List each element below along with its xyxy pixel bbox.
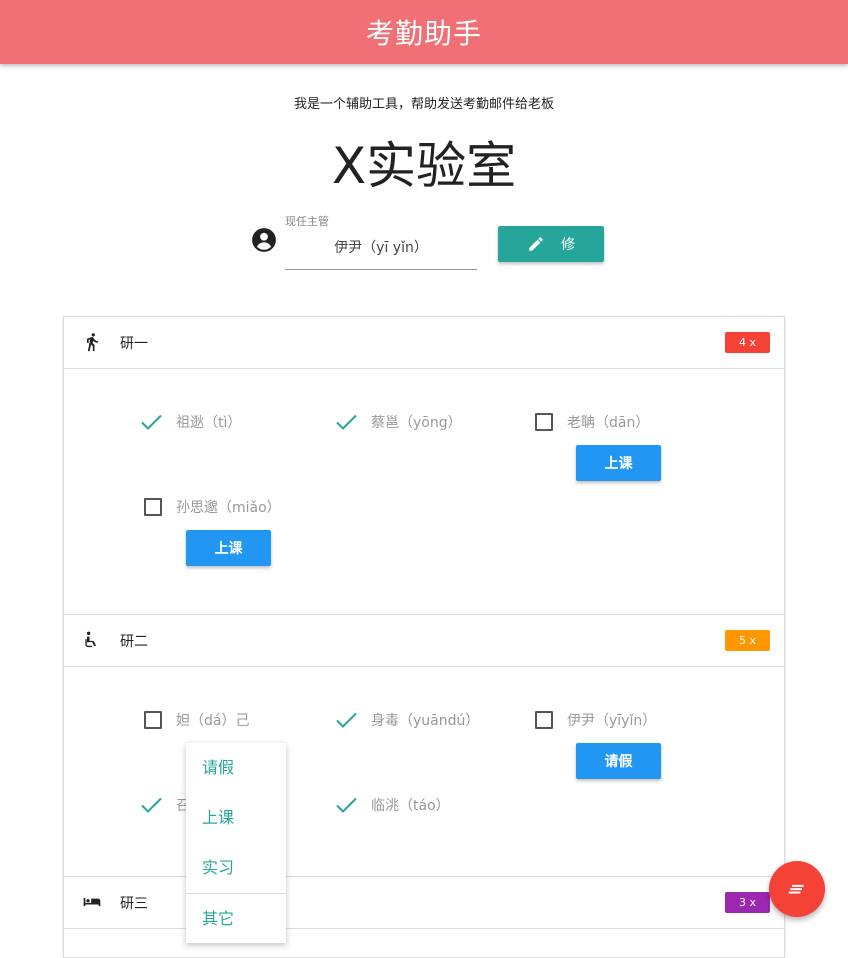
edit-button-label: 修	[561, 237, 575, 253]
account-circle-icon	[252, 228, 276, 252]
checkbox-unchecked[interactable]	[144, 498, 162, 516]
fab-send-button[interactable]	[769, 861, 825, 917]
checkbox-unchecked[interactable]	[535, 711, 553, 729]
lab-title: X实验室	[331, 137, 517, 195]
status-button[interactable]: 上课	[576, 445, 661, 481]
status-button[interactable]: 请假	[576, 743, 661, 779]
section-header-yan3[interactable]: 研三 3 x	[64, 876, 784, 929]
pencil-icon	[529, 237, 543, 251]
check-icon	[336, 797, 357, 813]
supervisor-field[interactable]: 现任主管 伊尹（yī yǐn）	[285, 210, 477, 270]
member-name: 伊尹（yīyǐn）	[567, 713, 657, 729]
member-name: 老聃（dān）	[567, 415, 650, 431]
count-badge: 3 x	[724, 892, 770, 913]
subtitle: 我是一个辅助工具，帮助发送考勤邮件给老板	[293, 97, 554, 112]
count-badge: 5 x	[724, 630, 770, 651]
section-title: 研二	[120, 634, 148, 650]
app-bar: 考勤助手	[0, 0, 848, 64]
supervisor-label: 现任主管	[285, 215, 329, 228]
check-icon	[336, 414, 357, 430]
attendance-card: 研一 4 x 祖逖（tì） 蔡邕（yōng） 老聃（dān） 上课 孙思邈（mi…	[63, 316, 785, 958]
member-name: 祖逖（tì）	[176, 415, 242, 431]
dropdown-option-internship[interactable]: 实习	[186, 843, 286, 893]
member-name: 身毒（yuāndú）	[371, 713, 480, 729]
status-dropdown-menu: 请假 上课 实习 其它	[186, 743, 286, 943]
checkbox-unchecked[interactable]	[144, 711, 162, 729]
member-name: 妲（dá）己	[176, 713, 250, 729]
member-name: 临洮（táo）	[371, 798, 450, 814]
edit-supervisor-button[interactable]: 修	[498, 226, 604, 262]
count-badge: 4 x	[724, 332, 770, 353]
app-title: 考勤助手	[365, 17, 482, 50]
check-icon	[141, 414, 162, 430]
status-button[interactable]: 上课	[186, 530, 271, 566]
check-icon	[336, 712, 357, 728]
member-name: 孙思邈（miǎo）	[176, 500, 281, 516]
bed-icon	[83, 897, 101, 907]
section-title: 研一	[120, 336, 148, 352]
section-header-yan2[interactable]: 研二 5 x	[64, 614, 784, 667]
supervisor-value: 伊尹（yī yǐn）	[334, 240, 428, 256]
running-person-icon	[87, 333, 98, 352]
member-name: 蔡邕（yōng）	[371, 415, 462, 431]
section-title: 研三	[120, 896, 148, 912]
dropdown-option-leave[interactable]: 请假	[186, 743, 286, 793]
dropdown-option-other[interactable]: 其它	[186, 894, 286, 944]
dropdown-option-class[interactable]: 上课	[186, 793, 286, 843]
checkbox-unchecked[interactable]	[535, 413, 553, 431]
notes-icon	[788, 884, 804, 894]
wheelchair-icon	[85, 631, 97, 648]
check-icon	[141, 797, 162, 813]
section-header-yan1[interactable]: 研一 4 x	[64, 317, 784, 369]
